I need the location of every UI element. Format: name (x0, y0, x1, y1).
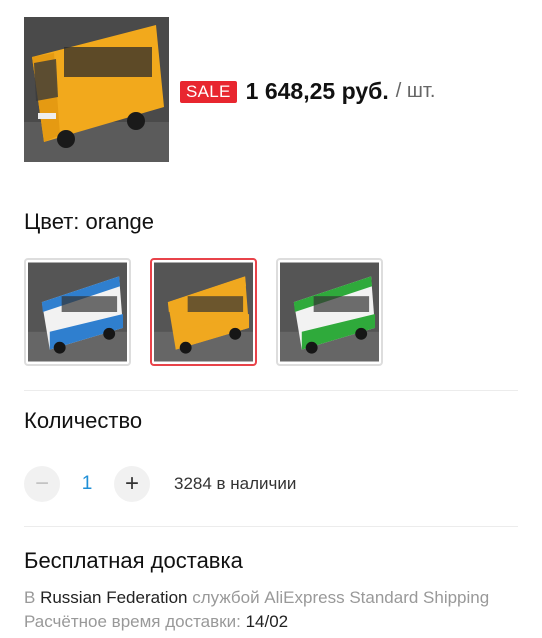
shipping-service: службой AliExpress Standard Shipping (187, 588, 490, 607)
color-option-blue[interactable] (24, 258, 131, 366)
delivery-estimate: Расчётное время доставки: 14/02 (24, 612, 288, 632)
quantity-title: Количество (24, 408, 143, 433)
color-option-green[interactable] (276, 258, 383, 366)
color-swatches (24, 258, 383, 366)
increase-button[interactable]: + (114, 466, 150, 502)
price-row: SALE 1 648,25 руб. / шт. (180, 78, 435, 105)
color-option-orange[interactable] (150, 258, 257, 366)
product-image[interactable] (24, 17, 169, 162)
shipping-title: Бесплатная доставка (24, 548, 243, 573)
quantity-stepper: − 1 + 3284 в наличии (24, 466, 296, 502)
delivery-label: Расчётное время доставки: (24, 612, 246, 631)
price: 1 648,25 руб. (245, 78, 389, 104)
delivery-date: 14/02 (245, 612, 289, 631)
shipping-prefix: В (24, 588, 41, 607)
quantity-value[interactable]: 1 (60, 473, 114, 495)
color-label: Цвет: orange (24, 209, 155, 234)
price-unit: / шт. (395, 80, 436, 102)
bus-thumbnail (280, 262, 379, 362)
divider (24, 390, 518, 391)
minus-icon: − (34, 470, 49, 497)
decrease-button[interactable]: − (24, 466, 60, 502)
shipping-country: Russian Federation (40, 588, 188, 607)
sale-badge: SALE (180, 80, 237, 103)
plus-icon: + (124, 470, 139, 497)
shipping-method: В Russian Federation службой AliExpress … (24, 588, 489, 608)
stock-count: 3284 в наличии (174, 474, 297, 493)
bus-thumbnail (28, 262, 127, 362)
divider (24, 526, 518, 527)
bus-thumbnail (154, 262, 253, 362)
